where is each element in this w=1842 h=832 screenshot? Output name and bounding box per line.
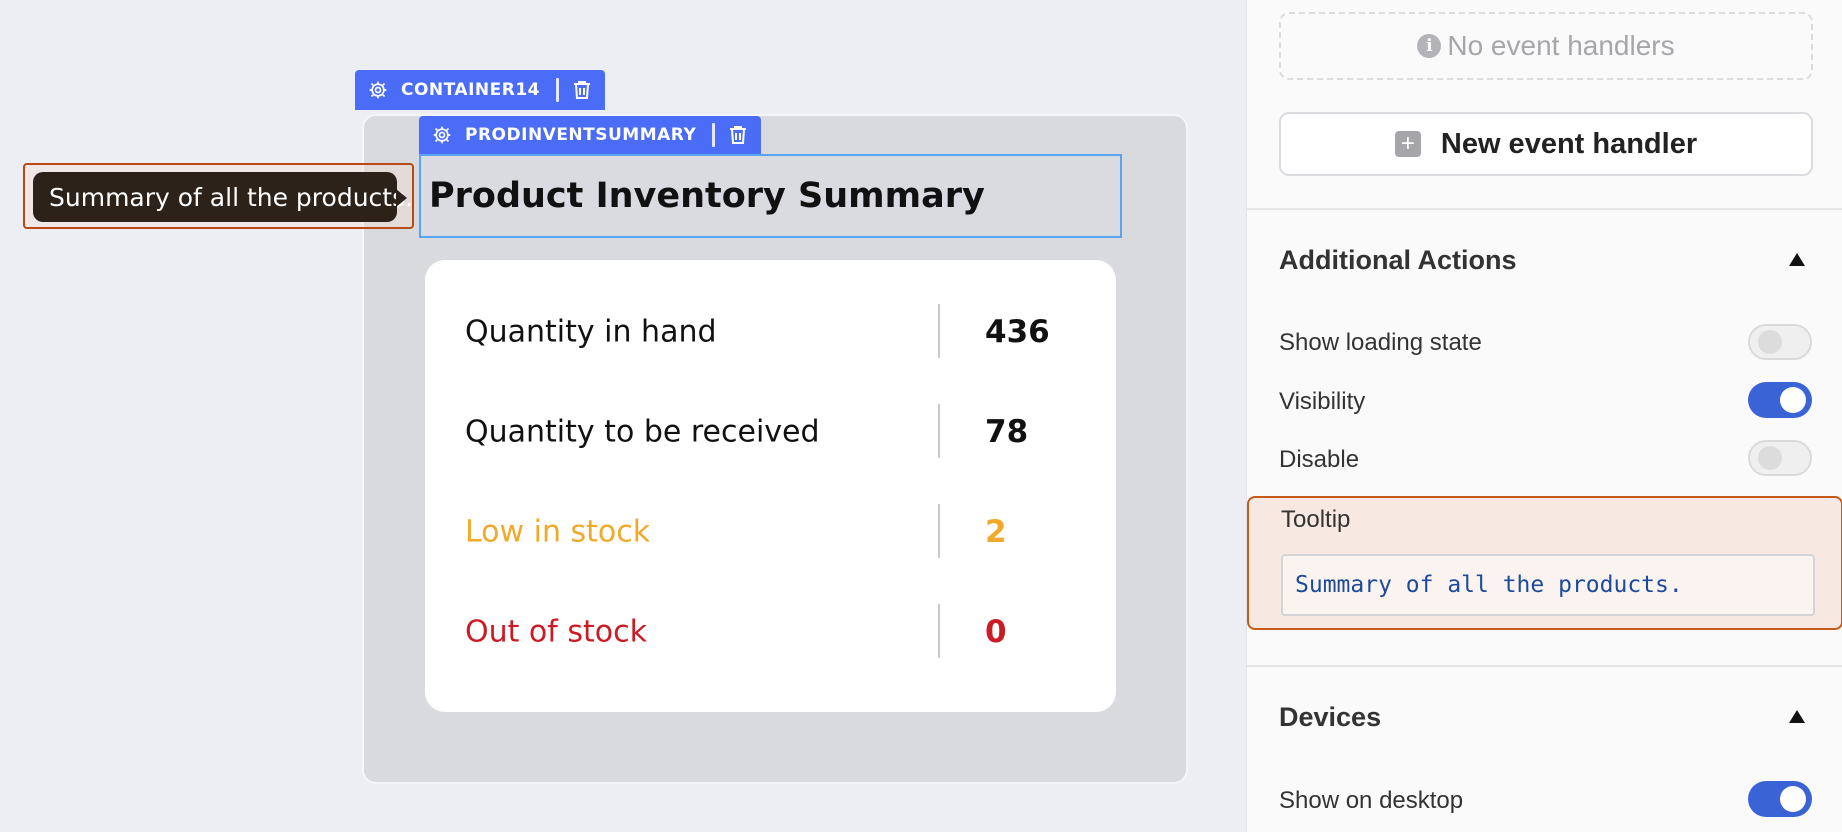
show-loading-state-label: Show loading state (1279, 329, 1482, 356)
row-label: Quantity in hand (465, 314, 717, 350)
collapse-caret-icon[interactable] (1789, 253, 1805, 266)
gear-icon[interactable] (367, 79, 389, 101)
container14-tag-label: CONTAINER14 (401, 80, 541, 100)
plus-icon: + (1394, 131, 1421, 157)
row-divider (938, 404, 940, 458)
new-event-handler-label: New event handler (1440, 127, 1698, 160)
disable-label: Disable (1279, 446, 1360, 473)
gear-icon[interactable] (431, 124, 453, 146)
toggle-knob (1758, 446, 1782, 470)
tooltip-arrow (396, 189, 407, 207)
visibility-toggle[interactable] (1748, 382, 1812, 418)
row-label: Quantity to be received (465, 414, 820, 450)
no-event-handlers-text: No event handlers (1447, 30, 1675, 61)
show-on-desktop-label: Show on desktop (1279, 787, 1464, 814)
row-label: Out of stock (465, 614, 647, 650)
canvas: CONTAINER14 PRODINVENTSUMMARY Product In… (0, 0, 1246, 832)
tooltip-input[interactable]: Summary of all the products. (1281, 554, 1815, 616)
row-divider (938, 304, 940, 358)
row-divider (938, 504, 940, 558)
additional-actions-title[interactable]: Additional Actions (1279, 245, 1517, 276)
tooltip-label: Tooltip (1281, 506, 1351, 533)
summary-row-low-in-stock: Low in stock 2 (425, 482, 1116, 582)
visibility-label: Visibility (1279, 388, 1366, 415)
row-value: 436 (985, 314, 1050, 350)
info-icon: i (1417, 34, 1442, 58)
page-title: Product Inventory Summary (429, 176, 985, 216)
toggle-knob (1780, 387, 1806, 413)
show-loading-state-toggle[interactable] (1748, 324, 1812, 360)
show-on-desktop-toggle[interactable] (1748, 781, 1812, 817)
row-value: 0 (985, 614, 1007, 650)
devices-title[interactable]: Devices (1279, 702, 1381, 733)
prodinventsummary-tag[interactable]: PRODINVENTSUMMARY (419, 116, 762, 154)
tooltip-preview-text: Summary of all the products. (49, 182, 414, 212)
toggle-knob (1780, 786, 1806, 812)
inventory-summary-card: Quantity in hand 436 Quantity to be rece… (425, 260, 1116, 712)
new-event-handler-button[interactable]: + New event handler (1279, 112, 1813, 176)
no-event-handlers-placeholder: i No event handlers (1279, 12, 1813, 80)
disable-toggle[interactable] (1748, 440, 1812, 476)
row-divider (938, 604, 940, 658)
section-divider (1247, 665, 1842, 667)
prodinventsummary-title-widget[interactable]: Product Inventory Summary (419, 154, 1122, 238)
summary-row-out-of-stock: Out of stock 0 (425, 582, 1116, 682)
tooltip-input-value: Summary of all the products. (1295, 572, 1683, 598)
summary-row-quantity-in-hand: Quantity in hand 436 (425, 282, 1116, 382)
trash-icon[interactable] (571, 79, 593, 101)
trash-icon[interactable] (727, 124, 749, 146)
container14-tag[interactable]: CONTAINER14 (355, 70, 606, 110)
section-divider (1247, 208, 1842, 210)
tooltip-preview: Summary of all the products. (33, 172, 413, 222)
collapse-caret-icon[interactable] (1789, 710, 1805, 723)
properties-panel: i No event handlers + New event handler … (1246, 0, 1842, 832)
tooltip-preview-frame: Summary of all the products. (23, 163, 414, 229)
tag-separator (712, 123, 716, 147)
tooltip-setting: Tooltip Summary of all the products. (1247, 496, 1842, 630)
row-value: 78 (985, 414, 1029, 450)
row-value: 2 (985, 514, 1007, 550)
prodinventsummary-tag-label: PRODINVENTSUMMARY (465, 125, 697, 145)
row-label: Low in stock (465, 514, 651, 550)
summary-row-quantity-to-be-received: Quantity to be received 78 (425, 382, 1116, 482)
tag-separator (556, 78, 560, 102)
toggle-knob (1758, 330, 1782, 354)
